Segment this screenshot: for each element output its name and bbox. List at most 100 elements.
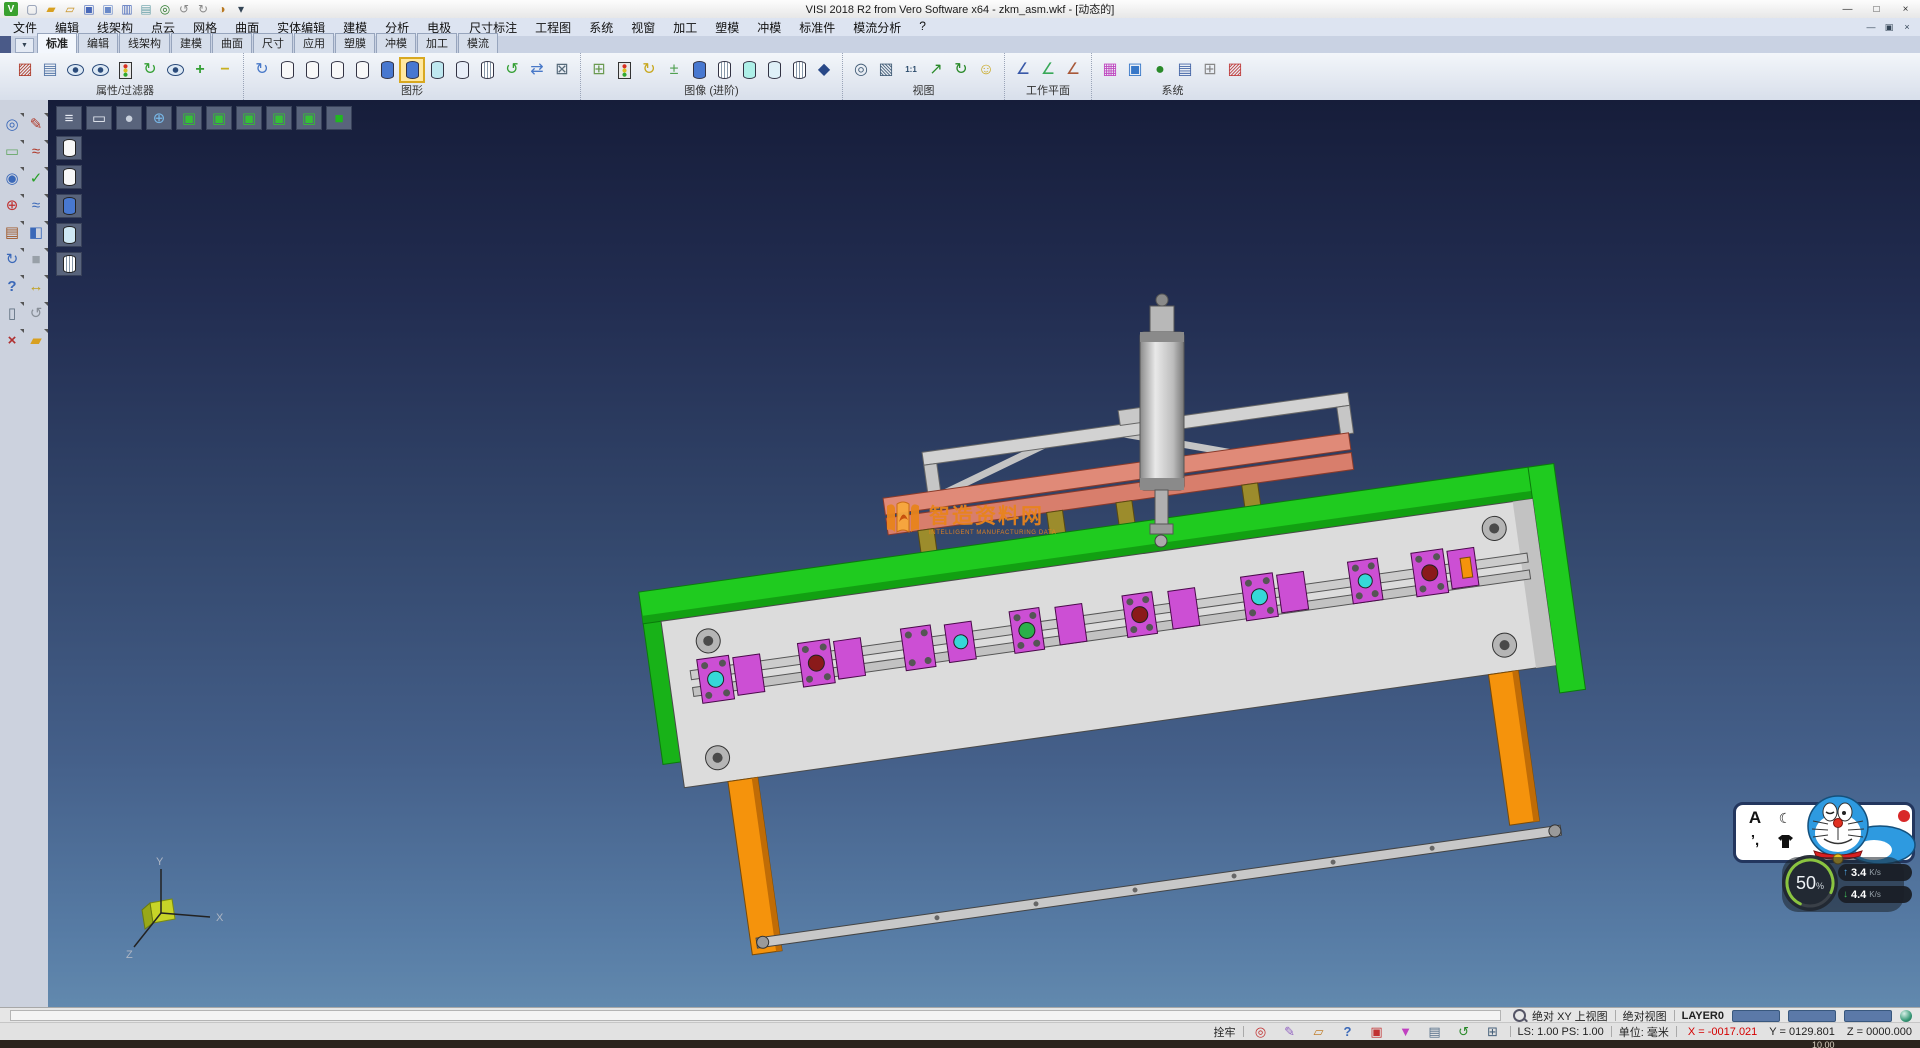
snap-lock-label[interactable]: 拴牢 [1214,1024,1236,1040]
import-icon[interactable]: ▱ [61,2,79,17]
preferences-icon[interactable]: ▤ [1174,59,1196,81]
spline-icon[interactable]: ≈ [26,195,46,215]
delete-trash-icon[interactable]: ▯ [2,303,22,323]
cylinder-flat-icon[interactable] [451,59,473,81]
print-icon[interactable]: ▤ [137,2,155,17]
cylinder-transparent-icon[interactable] [426,59,448,81]
color-swatch-2[interactable] [1788,1010,1836,1022]
render-mode-icon[interactable]: ● [116,106,142,130]
ribbon-tab[interactable]: 建模 [171,33,211,53]
menu-item[interactable]: 加工 [664,19,706,36]
solids-edit-icon[interactable]: ⊞ [588,59,610,81]
attributes-books-icon[interactable]: ▤ [2,222,22,242]
color-swatch-1[interactable] [1732,1010,1780,1022]
shirt-icon[interactable] [1778,835,1793,848]
command-prompt[interactable] [10,1010,1501,1021]
sketch-curve-icon[interactable]: ≈ [26,141,46,161]
rotate-view-icon[interactable]: ↻ [950,59,972,81]
mode-ghost-icon[interactable] [56,223,82,247]
search-icon[interactable] [1513,1009,1526,1022]
menu-item[interactable]: 工程图 [526,19,580,36]
system-tools-icon[interactable]: ● [1149,59,1171,81]
ribbon-tab[interactable]: 尺寸 [253,33,293,53]
solids-toggle-icon[interactable]: ± [663,59,685,81]
mode-hidden-line-icon[interactable] [56,165,82,189]
mode-wireframe-icon[interactable] [56,136,82,160]
cylinder-hatch-icon[interactable] [476,59,498,81]
dynamic-view-icon[interactable]: ☺ [975,59,997,81]
layers-status-icon[interactable]: ▤ [1425,1024,1445,1040]
solid-cube-icon[interactable]: ◆ [813,59,835,81]
ime-letter[interactable]: A [1749,808,1761,828]
solids-refresh-icon[interactable]: ↻ [638,59,660,81]
pick-wand-icon[interactable]: ✎ [1280,1024,1300,1040]
render-ball-icon[interactable] [1900,1010,1912,1022]
mdi-window-button[interactable]: × [1898,20,1916,34]
ribbon-tab[interactable]: 加工 [417,33,457,53]
solid-check-icon[interactable] [738,59,760,81]
menu-item[interactable]: 塑模 [706,19,748,36]
cylinder-outline-icon[interactable] [351,59,373,81]
ucs-axes-icon[interactable]: ⊕ [2,195,22,215]
solid-view-icon[interactable]: ■ [26,249,46,269]
ribbon-tab[interactable]: 标准 [37,33,77,53]
grid-settings-icon[interactable]: ▨ [1224,59,1246,81]
zoom-select-icon[interactable]: ◉ [2,168,22,188]
workplane-align-icon[interactable]: ∠ [1062,59,1084,81]
redo-icon[interactable]: ↻ [194,2,212,17]
plane-display-icon[interactable]: ▭ [86,106,112,130]
moon-icon[interactable]: ☾ [1779,810,1792,827]
solid-shaded-icon[interactable] [688,59,710,81]
ribbon-tab[interactable]: 模流 [458,33,498,53]
edit-stamp-icon[interactable]: ▱ [1309,1024,1329,1040]
visibility-toggle-icon[interactable] [164,59,186,81]
menu-item[interactable]: 冲模 [748,19,790,36]
cpu-gauge[interactable]: 50% [1782,855,1838,911]
view-menu-icon[interactable]: ≡ [56,106,82,130]
active-layer[interactable]: LAYER0 [1682,1010,1724,1022]
help-status-icon[interactable]: ? [1338,1024,1358,1040]
plane-frame-icon[interactable]: ▭ [2,141,22,161]
zoom-extents-icon[interactable]: ◎ [2,114,22,134]
view-iso-icon[interactable]: ■ [326,106,352,130]
triad-toggle-icon[interactable]: ⊕ [146,106,172,130]
visibility-add-icon[interactable] [64,59,86,81]
solid-hatch-icon[interactable] [788,59,810,81]
snap-settings-icon[interactable]: ⊞ [1199,59,1221,81]
window-panes-icon[interactable]: ◧ [26,222,46,242]
color-palette-icon[interactable]: ▦ [1099,59,1121,81]
erase-icon[interactable]: × [2,330,22,350]
visibility-remove-icon[interactable] [89,59,111,81]
workplane-create-icon[interactable]: ∠ [1012,59,1034,81]
view-front-icon[interactable]: ▣ [206,106,232,130]
attribute-paint-icon[interactable]: ▨ [14,59,36,81]
display-settings-icon[interactable]: ▣ [1124,59,1146,81]
undo-arrow-icon[interactable]: ↺ [26,303,46,323]
visibility-refresh-icon[interactable]: ↻ [139,59,161,81]
regen-icon[interactable]: ↻ [2,249,22,269]
cylinder-shaded-edges-icon[interactable] [401,59,423,81]
menu-item[interactable]: 视窗 [622,19,664,36]
solids-filter-icon[interactable] [613,59,635,81]
minimize-button[interactable]: — [1833,1,1862,18]
viewport[interactable]: ≡▭●⊕▣▣▣▣▣■ 智造资料网 INTELLIGENT MANUFACTURI… [48,100,1920,1008]
zoom-window-icon[interactable]: ▧ [875,59,897,81]
view-left-icon[interactable]: ▣ [236,106,262,130]
save-all-icon[interactable]: ▥ [118,2,136,17]
ribbon-tab[interactable]: 塑膜 [335,33,375,53]
view-back-icon[interactable]: ▣ [296,106,322,130]
solid-striped-icon[interactable] [713,59,735,81]
history-icon[interactable]: ◑ [213,2,231,17]
maximize-button[interactable]: □ [1862,1,1891,18]
help-query-icon[interactable]: ? [2,276,22,296]
snap-lock-icon[interactable]: ◎ [1251,1024,1271,1040]
qa-dropdown-icon[interactable]: ▾ [232,2,250,17]
actual-size-icon[interactable]: 1:1 [900,59,922,81]
graphics-settings-icon[interactable]: ⊠ [551,59,573,81]
redraw-icon[interactable]: ↻ [251,59,273,81]
workplane-move-icon[interactable]: ∠ [1037,59,1059,81]
block-icon[interactable]: ▣ [1367,1024,1387,1040]
new-file-icon[interactable]: ▢ [23,2,41,17]
zoom-view-icon[interactable]: ◎ [850,59,872,81]
mdi-window-button[interactable]: — [1862,20,1880,34]
